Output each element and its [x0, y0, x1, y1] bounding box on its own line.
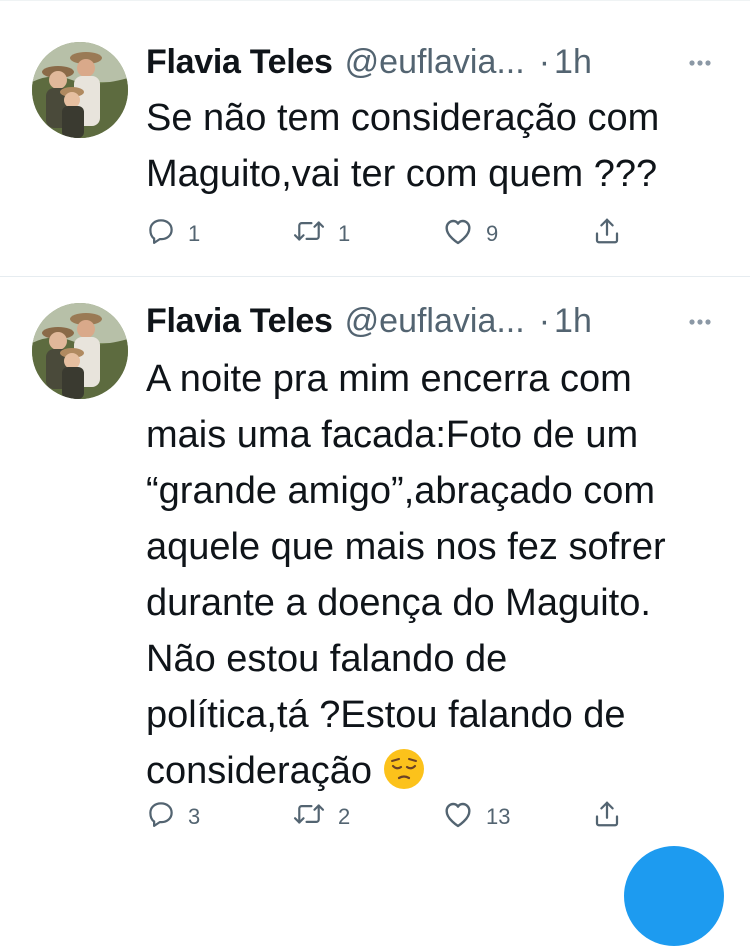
share-icon	[592, 799, 622, 835]
tweet-text-line: consideração	[146, 750, 373, 792]
display-name[interactable]: Flavia Teles	[146, 43, 333, 82]
tweet-text-line: mais uma facada:Foto de um	[146, 414, 639, 456]
pensive-face-emoji-icon	[382, 747, 426, 791]
reply-icon	[146, 799, 176, 835]
like-count: 9	[486, 221, 499, 246]
tweet-text-line: aquele que mais nos fez sofrer	[146, 526, 666, 568]
like-button[interactable]: 13	[442, 799, 510, 835]
tweet-header: Flavia Teles @euflavia... · 1h	[146, 40, 592, 84]
retweet-icon	[292, 216, 326, 252]
timestamp[interactable]: 1h	[554, 43, 592, 82]
tweet-text-line: “grande amigo”,abraçado com	[146, 470, 656, 512]
tweet[interactable]: Flavia Teles @euflavia... · 1h Se não te…	[0, 0, 750, 276]
tweet-text-line: política,tá ?Estou falando de	[146, 694, 626, 736]
share-icon	[592, 216, 622, 252]
tweet-header: Flavia Teles @euflavia... · 1h	[146, 299, 592, 343]
tweet-text-line: Não estou falando de	[146, 638, 508, 680]
tweet-actions: 1 1 9	[146, 216, 646, 252]
user-handle[interactable]: @euflavia...	[345, 43, 525, 82]
compose-tweet-button[interactable]	[624, 846, 724, 946]
like-button[interactable]: 9	[442, 216, 498, 252]
retweet-count: 2	[338, 804, 351, 829]
avatar[interactable]	[32, 303, 128, 399]
tweet-text-line: Se não tem consideração com	[146, 97, 660, 139]
retweet-button[interactable]: 2	[292, 799, 350, 835]
tweet-text-line: durante a doença do Maguito.	[146, 582, 651, 624]
reply-count: 3	[188, 804, 201, 829]
reply-button[interactable]: 3	[146, 799, 200, 835]
retweet-count: 1	[338, 221, 351, 246]
tweet-text: Se não tem consideração com Maguito,vai …	[146, 90, 736, 202]
timestamp[interactable]: 1h	[554, 302, 592, 341]
like-icon	[442, 216, 474, 252]
share-button[interactable]	[592, 216, 622, 252]
more-icon[interactable]	[680, 48, 720, 78]
separator-dot: ·	[538, 301, 551, 340]
tweet-text-line-with-emoji: consideração	[146, 743, 736, 799]
avatar[interactable]	[32, 42, 128, 138]
retweet-icon	[292, 799, 326, 835]
reply-count: 1	[188, 221, 201, 246]
reply-icon	[146, 216, 176, 252]
like-icon	[442, 799, 474, 835]
tweet-actions: 3 2 13	[146, 799, 646, 835]
tweet[interactable]: Flavia Teles @euflavia... · 1h A noite p…	[0, 277, 750, 872]
separator-dot: ·	[538, 42, 551, 81]
tweet-text: A noite pra mim encerra com mais uma fac…	[146, 351, 736, 799]
more-icon[interactable]	[680, 307, 720, 337]
tweet-text-line: A noite pra mim encerra com	[146, 358, 632, 400]
share-button[interactable]	[592, 799, 622, 835]
retweet-button[interactable]: 1	[292, 216, 350, 252]
display-name[interactable]: Flavia Teles	[146, 302, 333, 341]
reply-button[interactable]: 1	[146, 216, 200, 252]
tweet-text-line: Maguito,vai ter com quem ???	[146, 153, 658, 195]
user-handle[interactable]: @euflavia...	[345, 302, 525, 341]
like-count: 13	[486, 804, 511, 829]
